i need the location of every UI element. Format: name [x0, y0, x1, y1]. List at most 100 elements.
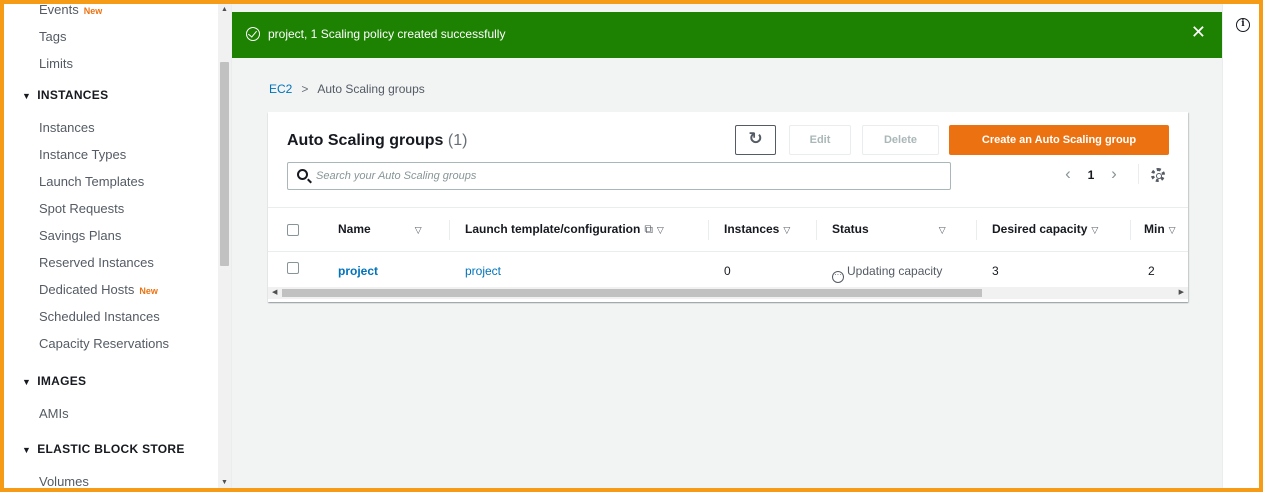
search-icon — [297, 169, 308, 180]
status-cell: ··· Updating capacity — [832, 264, 942, 283]
collapse-triangle-icon: ▼ — [22, 91, 32, 101]
sidebar-item-launch-templates[interactable]: Launch Templates — [4, 168, 218, 195]
sidebar-item-capacity-reservations[interactable]: Capacity Reservations — [4, 330, 218, 357]
breadcrumb-current: Auto Scaling groups — [317, 82, 425, 96]
search-input[interactable] — [316, 167, 936, 185]
refresh-icon: ↻ — [748, 129, 763, 148]
external-link-icon: ⧉ — [644, 222, 653, 236]
section-label: ELASTIC BLOCK STORE — [37, 442, 185, 456]
refresh-button[interactable]: ↻ — [735, 125, 776, 155]
select-all-checkbox[interactable] — [287, 224, 299, 236]
sidebar-section-ebs[interactable]: ▼ ELASTIC BLOCK STORE — [4, 431, 218, 468]
next-page-icon[interactable]: › — [1104, 165, 1124, 182]
sidebar-list: Events New Tags Limits ▼ INSTANCES Instanc… — [4, 4, 218, 488]
sidebar-item-reserved-instances[interactable]: Reserved Instances — [4, 249, 218, 276]
create-auto-scaling-group-button[interactable]: Create an Auto Scaling group — [949, 125, 1169, 155]
sidebar-item-instances[interactable]: Instances — [4, 114, 218, 141]
pagination: ‹ 1 › — [1058, 164, 1139, 184]
new-badge: New — [139, 286, 158, 296]
sidebar-item-events[interactable]: Events New — [4, 4, 218, 23]
sort-icon[interactable]: ▽ — [939, 225, 946, 235]
panel-title-text: Auto Scaling groups — [287, 132, 444, 149]
flash-message: project, 1 Scaling policy created succes… — [268, 27, 506, 41]
sidebar-section-images[interactable]: ▼ IMAGES — [4, 363, 218, 400]
sort-icon[interactable]: ▽ — [657, 225, 664, 235]
column-label: Status — [832, 222, 869, 236]
help-rail: i — [1222, 4, 1259, 488]
previous-page-icon[interactable]: ‹ — [1058, 165, 1078, 182]
main-content: project, 1 Scaling policy created succes… — [232, 4, 1222, 488]
column-divider[interactable] — [449, 220, 450, 240]
sidebar-item-label: Dedicated Hosts — [39, 282, 135, 297]
panel-count: (1) — [447, 132, 468, 149]
breadcrumb-separator-icon: > — [301, 82, 309, 96]
instances-count: 0 — [724, 264, 731, 278]
column-header-name[interactable]: Name ▽ — [338, 222, 422, 236]
sidebar-item-dedicated-hosts[interactable]: Dedicated Hosts New — [4, 276, 218, 303]
column-divider[interactable] — [976, 220, 977, 240]
sort-icon[interactable]: ▽ — [783, 225, 790, 235]
column-header-desired-capacity[interactable]: Desired capacity ▽ — [992, 222, 1098, 236]
status-text: Updating capacity — [847, 264, 943, 278]
browser-frame: Events New Tags Limits ▼ INSTANCES Instanc… — [0, 0, 1263, 492]
column-label: Launch template/configuration — [465, 222, 641, 236]
table-horizontal-scrollbar[interactable]: ◀ ▶ — [268, 287, 1188, 299]
sidebar-item-savings-plans[interactable]: Savings Plans — [4, 222, 218, 249]
scrollbar-thumb[interactable] — [220, 62, 229, 266]
collapse-triangle-icon: ▼ — [22, 377, 32, 387]
column-header-instances[interactable]: Instances ▽ — [724, 222, 790, 236]
info-icon[interactable]: i — [1236, 18, 1250, 32]
column-label: Desired capacity — [992, 222, 1088, 236]
min-value: 2 — [1148, 264, 1155, 278]
group-name-link[interactable]: project — [338, 264, 378, 278]
column-label: Name — [338, 222, 371, 236]
column-divider[interactable] — [1130, 220, 1131, 240]
scroll-right-arrow-icon[interactable]: ▶ — [1179, 288, 1184, 296]
column-divider[interactable] — [816, 220, 817, 240]
success-flashbar: project, 1 Scaling policy created succes… — [232, 12, 1222, 58]
section-label: INSTANCES — [37, 88, 109, 102]
new-badge: New — [83, 6, 103, 16]
search-box[interactable] — [287, 162, 951, 190]
sort-icon[interactable]: ▽ — [1169, 225, 1176, 235]
breadcrumb-ec2-link[interactable]: EC2 — [269, 82, 292, 96]
delete-button[interactable]: Delete — [862, 125, 939, 155]
pagination-divider — [1138, 164, 1139, 184]
breadcrumb: EC2 > Auto Scaling groups — [269, 82, 425, 96]
sidebar-section-instances[interactable]: ▼ INSTANCES — [4, 77, 218, 114]
scroll-left-arrow-icon[interactable]: ◀ — [272, 288, 277, 296]
column-label: Min — [1144, 222, 1165, 236]
launch-template-link[interactable]: project — [465, 264, 501, 278]
column-header-status[interactable]: Status ▽ — [832, 222, 946, 236]
current-page-number[interactable]: 1 — [1078, 168, 1104, 182]
sidebar-item-scheduled-instances[interactable]: Scheduled Instances — [4, 303, 218, 330]
scroll-up-arrow-icon[interactable]: ▲ — [221, 6, 228, 13]
sort-icon[interactable]: ▽ — [1091, 225, 1098, 235]
table-row[interactable]: project project 0 ··· Updating capacity 3… — [268, 252, 1188, 287]
column-header-min[interactable]: Min ▽ — [1144, 222, 1176, 236]
sidebar-item-limits[interactable]: Limits — [4, 50, 218, 77]
row-checkbox[interactable] — [287, 262, 299, 274]
edit-button[interactable]: Edit — [789, 125, 851, 155]
sidebar: Events New Tags Limits ▼ INSTANCES Instanc… — [4, 4, 232, 488]
column-header-launch-template[interactable]: Launch template/configuration ⧉ ▽ — [465, 222, 664, 237]
scrollbar-thumb[interactable] — [282, 289, 982, 297]
sidebar-item-spot-requests[interactable]: Spot Requests — [4, 195, 218, 222]
gear-icon[interactable] — [1151, 168, 1165, 182]
in-progress-icon: ··· — [832, 271, 844, 283]
table-header: Name ▽ Launch template/configuration ⧉ ▽ In… — [268, 207, 1188, 252]
collapse-triangle-icon: ▼ — [22, 445, 32, 455]
column-label: Instances — [724, 222, 780, 236]
scroll-down-arrow-icon[interactable]: ▼ — [221, 479, 228, 486]
close-icon[interactable]: ✕ — [1191, 22, 1206, 43]
sidebar-item-tags[interactable]: Tags — [4, 23, 218, 50]
sidebar-item-volumes[interactable]: Volumes — [4, 468, 218, 488]
sort-icon[interactable]: ▽ — [415, 225, 422, 235]
sidebar-item-amis[interactable]: AMIs — [4, 400, 218, 427]
auto-scaling-groups-panel: Auto Scaling groups (1) ↻ Edit Delete Cr… — [268, 112, 1188, 302]
sidebar-item-instance-types[interactable]: Instance Types — [4, 141, 218, 168]
sidebar-item-label: Events — [39, 4, 79, 17]
desired-capacity-value: 3 — [992, 264, 999, 278]
column-divider[interactable] — [708, 220, 709, 240]
sidebar-scrollbar[interactable]: ▲ ▼ — [218, 4, 231, 488]
